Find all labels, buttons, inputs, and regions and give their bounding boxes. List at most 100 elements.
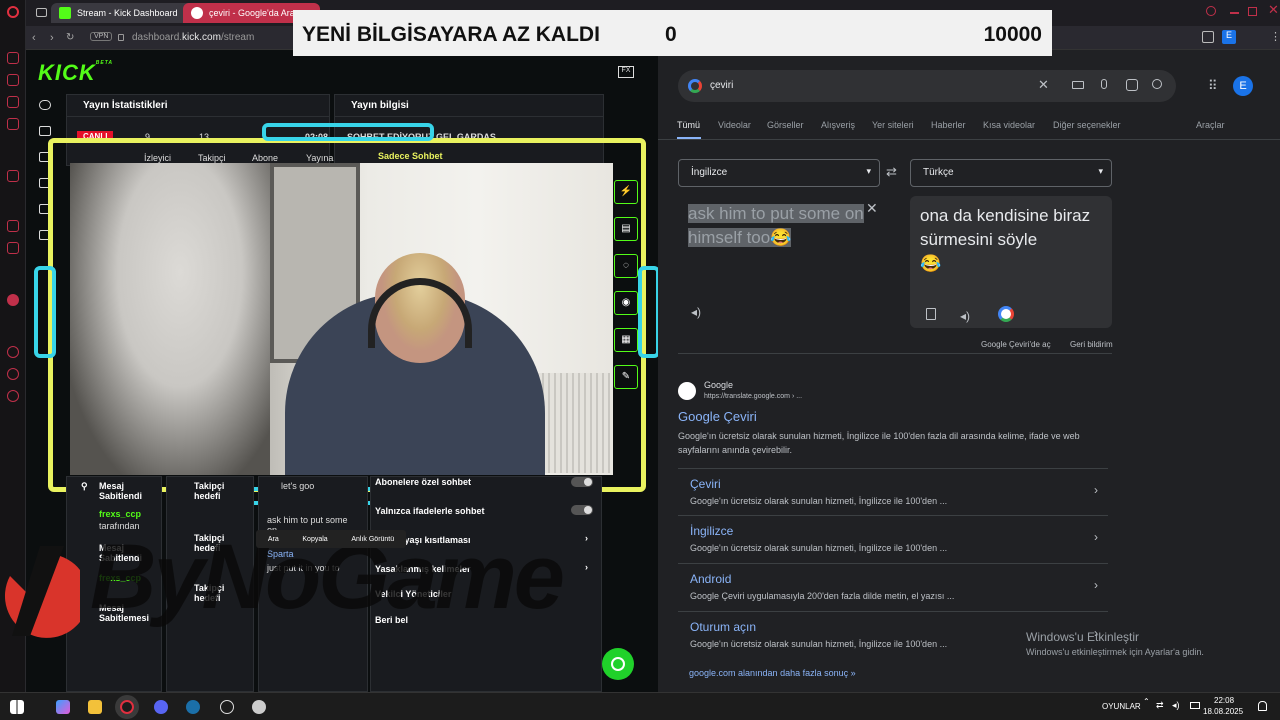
result-url[interactable]: https://translate.google.com › ... (704, 393, 802, 400)
result-title[interactable]: Google Çeviri (678, 409, 757, 424)
print-icon[interactable]: ▦ (614, 328, 638, 352)
menu-item-copy[interactable]: Kopyala (302, 536, 327, 543)
sublink-item[interactable]: İngilizce Google'ın ücretsiz olarak sunu… (678, 515, 1108, 562)
target-language-select[interactable]: Türkçe ▾ (910, 159, 1112, 187)
notification-icon[interactable] (1258, 701, 1267, 711)
clear-icon[interactable]: ✕ (1038, 77, 1049, 93)
tab-shopping[interactable]: Alışveriş (821, 120, 855, 130)
target-text: ona da kendisine biraz sürmesini söyle (920, 206, 1091, 249)
menu-item-search[interactable]: Ara (268, 536, 279, 543)
tray-expand-icon[interactable]: ⌃ (1143, 697, 1150, 706)
fullscreen-icon[interactable]: FX (618, 66, 634, 78)
copilot-icon[interactable] (56, 700, 70, 714)
minimize-icon[interactable] (1230, 12, 1239, 14)
steam-icon[interactable] (186, 700, 200, 714)
close-icon[interactable]: ✕ (1268, 2, 1279, 18)
nav-icon[interactable] (39, 230, 51, 240)
sublink-item[interactable]: Android Google Çeviri uygulamasıyla 200'… (678, 563, 1108, 610)
sidebar-app-icon[interactable] (7, 74, 19, 86)
discord-icon[interactable] (7, 242, 19, 254)
document-icon[interactable]: ▤ (614, 217, 638, 241)
search-box[interactable]: çeviri ✕ (678, 70, 1176, 102)
vpn-badge[interactable]: VPN (90, 32, 113, 41)
menu-icon[interactable]: ⋮ (1270, 30, 1280, 43)
tab-all[interactable]: Tümü (677, 120, 700, 130)
profile-avatar[interactable]: E (1222, 30, 1236, 44)
discord-icon[interactable] (154, 700, 168, 714)
sidebar-app-icon[interactable] (7, 294, 19, 306)
tab-more[interactable]: Diğer seçenekler (1053, 120, 1121, 130)
chat-icon[interactable]: ◌ (614, 254, 638, 278)
search-input[interactable]: çeviri (710, 80, 733, 91)
open-in-translate-link[interactable]: Google Çeviri'de aç (981, 340, 1051, 349)
tab-kick-dashboard[interactable]: Stream - Kick Dashboard (51, 3, 203, 23)
swap-languages-icon[interactable]: ⇄ (886, 164, 897, 180)
tab-news[interactable]: Haberler (931, 120, 966, 130)
volume-icon[interactable]: ◂) (1172, 700, 1180, 711)
apps-grid-icon[interactable]: ⠿ (1208, 78, 1218, 94)
extension-icon[interactable] (1202, 31, 1214, 43)
menu-item-snapshot[interactable]: Anlık Görüntü (351, 536, 394, 543)
chevron-right-icon[interactable]: › (585, 562, 588, 572)
url-field[interactable]: dashboard.kick.com/stream (132, 32, 254, 43)
twitch-icon[interactable] (7, 220, 19, 232)
sidebar-app-icon[interactable] (7, 52, 19, 64)
speaker-icon[interactable]: ◂) (691, 305, 701, 319)
more-results-link[interactable]: google.com alanından daha fazla sonuç » (689, 668, 856, 678)
google-g-icon[interactable] (998, 306, 1014, 322)
lens-icon[interactable] (1126, 79, 1138, 91)
app-icon[interactable] (252, 700, 266, 714)
copy-icon[interactable] (926, 308, 936, 320)
clear-source-icon[interactable]: ✕ (866, 200, 878, 217)
tab-tools[interactable]: Araçlar (1196, 120, 1225, 130)
forward-icon[interactable]: › (50, 32, 54, 44)
source-language-select[interactable]: İngilizce ▾ (678, 159, 880, 187)
chat-toggle-button[interactable] (602, 648, 634, 680)
search-icon[interactable] (1152, 79, 1162, 89)
chevron-right-icon[interactable]: › (585, 533, 588, 543)
settings-icon[interactable] (7, 390, 19, 402)
keyboard-icon[interactable] (1072, 81, 1084, 89)
windows-start-icon[interactable] (10, 700, 24, 714)
reload-icon[interactable]: ↻ (66, 32, 74, 43)
clock-time[interactable]: 22:08 (1214, 696, 1234, 705)
kick-logo[interactable]: KICKBETA (38, 60, 113, 86)
broadcast-icon[interactable]: ◉ (614, 291, 638, 315)
sublink-item[interactable]: Çeviri Google'ın ücretsiz olarak sunulan… (678, 468, 1108, 515)
microphone-icon[interactable] (1101, 79, 1107, 89)
live-icon[interactable] (39, 100, 51, 110)
file-explorer-icon[interactable] (88, 700, 102, 714)
network-icon[interactable]: ⇄ (1156, 700, 1164, 711)
feedback-link[interactable]: Geri bildirim (1070, 340, 1113, 349)
tab-places[interactable]: Yer siteleri (872, 120, 914, 130)
maximize-icon[interactable] (1248, 7, 1257, 16)
source-text-area[interactable]: ask him to put some on himself too😂 (688, 202, 868, 250)
history-icon[interactable] (7, 346, 19, 358)
toggle-subs-only[interactable] (571, 477, 593, 487)
nav-icon[interactable] (39, 126, 51, 136)
speaker-icon[interactable]: ◂) (960, 304, 970, 328)
wrench-icon[interactable]: ✎ (614, 365, 638, 389)
nav-icon[interactable] (39, 152, 51, 162)
sidebar-app-icon[interactable] (7, 368, 19, 380)
sidebar-app-icon[interactable] (7, 170, 19, 182)
lightning-icon[interactable]: ⚡ (614, 180, 638, 204)
account-avatar[interactable]: E (1233, 76, 1253, 96)
toggle-emotes-only[interactable] (571, 505, 593, 515)
app-icon[interactable] (220, 700, 234, 714)
battery-icon[interactable] (1190, 702, 1200, 709)
tray-label[interactable]: OYUNLAR (1102, 702, 1141, 711)
opera-icon[interactable] (7, 6, 19, 18)
window-icon[interactable] (36, 8, 47, 17)
sidebar-app-icon[interactable] (7, 118, 19, 130)
tab-short-videos[interactable]: Kısa videolar (983, 120, 1035, 130)
tab-videos[interactable]: Videolar (718, 120, 751, 130)
nav-icon[interactable] (39, 178, 51, 188)
opera-gx-icon[interactable] (120, 700, 134, 714)
sidebar-app-icon[interactable] (7, 96, 19, 108)
back-icon[interactable]: ‹ (32, 32, 36, 44)
clock-date[interactable]: 18.08.2025 (1203, 707, 1243, 716)
search-icon[interactable] (1206, 6, 1216, 16)
tab-images[interactable]: Görseller (767, 120, 804, 130)
nav-icon[interactable] (39, 204, 51, 214)
